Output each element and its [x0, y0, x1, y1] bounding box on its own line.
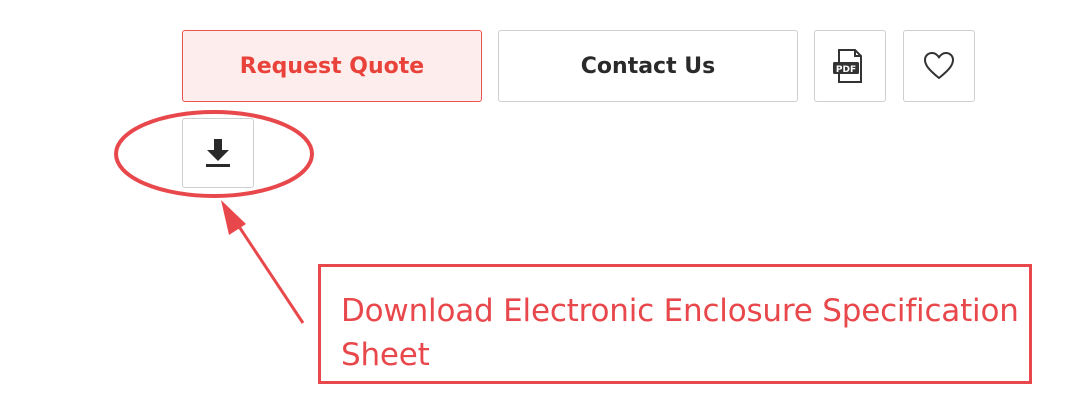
- heart-icon: [924, 52, 954, 79]
- pdf-icon-text: PDF: [836, 65, 856, 75]
- pdf-file-icon: PDF: [833, 49, 862, 83]
- download-spec-button[interactable]: [182, 118, 254, 188]
- contact-us-label: Contact Us: [580, 53, 716, 79]
- download-icon: [206, 139, 230, 167]
- pdf-download-button[interactable]: PDF: [814, 30, 886, 102]
- request-quote-button[interactable]: Request Quote: [182, 30, 482, 102]
- callout-text: Download Electronic Enclosure Specificat…: [341, 293, 1019, 373]
- wishlist-button[interactable]: [903, 30, 975, 102]
- callout-arrow-shaft: [230, 215, 305, 324]
- request-quote-label: Request Quote: [239, 53, 425, 79]
- callout-arrowhead: [221, 200, 246, 235]
- contact-us-button[interactable]: Contact Us: [498, 30, 798, 102]
- callout-box: Download Electronic Enclosure Specificat…: [318, 264, 1032, 384]
